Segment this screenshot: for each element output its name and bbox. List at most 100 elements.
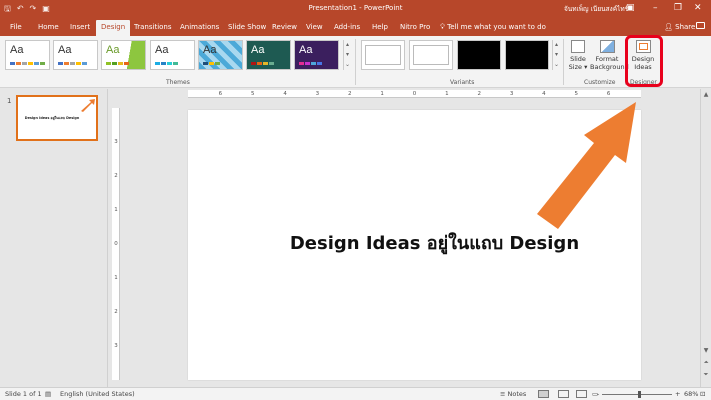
ruler-tick: 1 <box>445 91 449 97</box>
previous-slide-icon[interactable]: ⏶ <box>701 359 711 367</box>
themes-group-label: Themes <box>166 79 190 86</box>
ruler-tick: 1 <box>114 207 118 213</box>
theme-preview-text: Aa <box>203 44 217 56</box>
ruler-tick: 3 <box>114 139 118 145</box>
normal-view-icon[interactable] <box>538 390 549 398</box>
group-divider <box>563 39 564 85</box>
tab-insert[interactable]: Insert <box>70 21 90 36</box>
scroll-down-icon[interactable]: ▼ <box>701 347 711 354</box>
ruler-tick: 4 <box>283 91 287 97</box>
ruler-tick: 3 <box>509 91 514 97</box>
ruler-tick: 1 <box>380 91 384 97</box>
theme-integral[interactable]: Aa <box>150 40 195 70</box>
close-icon[interactable]: ✕ <box>694 2 702 14</box>
tab-file[interactable]: File <box>10 21 22 36</box>
ruler-tick: 3 <box>114 343 118 349</box>
ruler-tick: 5 <box>250 91 255 97</box>
minimize-icon[interactable]: – <box>653 2 658 14</box>
comments-icon[interactable] <box>696 22 705 29</box>
thumbnail-arrow <box>81 99 95 112</box>
ribbon-tabs: File Home Insert Design Transitions Anim… <box>0 18 711 36</box>
spellcheck-icon[interactable]: ▤ <box>45 390 51 399</box>
zoom-in-button[interactable]: + <box>675 390 680 399</box>
tab-review[interactable]: Review <box>272 21 297 36</box>
theme-ion-boardroom[interactable]: Aa <box>198 40 243 70</box>
format-background-button[interactable]: Format Background <box>590 40 629 71</box>
slide-thumbnail[interactable]: Design Ideas อยู่ในแถบ Design <box>16 95 98 141</box>
tab-slide-show[interactable]: Slide Show <box>228 21 266 36</box>
tell-me-search[interactable]: 💡︎ Tell me what you want to do <box>440 21 546 34</box>
reading-view-icon[interactable] <box>576 390 587 398</box>
vertical-scrollbar[interactable]: ▲ ▼ ⏶ ⏷ <box>700 89 711 387</box>
slide-headline[interactable]: Design Ideas อยู่ในแถบ Design <box>188 228 641 257</box>
format-background-icon <box>599 40 615 53</box>
ruler-tick: 2 <box>114 173 118 179</box>
language-indicator[interactable]: English (United States) <box>60 390 135 399</box>
theme-organic[interactable]: Aa <box>294 40 339 70</box>
share-label: Share <box>675 23 696 31</box>
ruler-tick: 2 <box>114 309 118 315</box>
zoom-slider-track[interactable] <box>602 394 672 395</box>
person-icon: 👤︎ <box>664 23 676 31</box>
slide-canvas[interactable]: Design Ideas อยู่ในแถบ Design <box>188 110 641 380</box>
ruler-tick: 1 <box>114 275 118 281</box>
tab-transitions[interactable]: Transitions <box>134 21 172 36</box>
ribbon-options-icon[interactable]: ▣ <box>626 2 635 14</box>
customize-group-label: Customize <box>584 79 616 86</box>
theme-facet[interactable]: Aa <box>101 40 146 70</box>
horizontal-ruler: 6 5 4 3 2 1 0 1 2 3 4 5 6 <box>188 90 641 98</box>
theme-preview-text: Aa <box>10 44 24 56</box>
theme-office[interactable]: Aa <box>5 40 50 70</box>
tab-home[interactable]: Home <box>38 21 59 36</box>
maximize-icon[interactable]: ❐ <box>674 2 682 14</box>
variant-2[interactable] <box>409 40 453 70</box>
theme-preview-text: Aa <box>58 44 72 56</box>
theme-preview-text: Aa <box>106 44 120 56</box>
notes-icon: ≡ <box>500 390 508 398</box>
group-divider <box>355 39 356 85</box>
notes-button[interactable]: ≡ Notes <box>500 390 526 399</box>
scroll-up-icon[interactable]: ▲ <box>701 91 711 98</box>
tab-design[interactable]: Design <box>96 20 131 36</box>
ruler-tick: 2 <box>477 91 481 97</box>
theme-office-2[interactable]: Aa <box>53 40 98 70</box>
thumbnail-text: Design Ideas อยู่ในแถบ Design <box>24 116 80 120</box>
tab-animations[interactable]: Animations <box>180 21 219 36</box>
tab-view[interactable]: View <box>306 21 323 36</box>
tell-me-text: Tell me what you want to do <box>447 23 546 31</box>
ruler-tick: 6 <box>218 91 223 97</box>
slide-thumbnail-panel: 1 Design Ideas อยู่ในแถบ Design <box>0 89 108 387</box>
fit-to-window-icon[interactable]: ⊡ <box>700 390 705 399</box>
ruler-tick: 3 <box>315 91 320 97</box>
zoom-slider-thumb[interactable] <box>638 391 641 398</box>
user-name[interactable]: จันทเพ็ญ เนียนสงค์ไทร์ <box>564 4 628 14</box>
variant-3[interactable] <box>457 40 501 70</box>
format-background-label-2: Background <box>590 63 629 71</box>
ruler-tick: 0 <box>412 91 417 97</box>
variant-1[interactable] <box>361 40 405 70</box>
slide-size-label-2: Size ▾ <box>568 63 588 71</box>
theme-preview-text: Aa <box>155 44 169 56</box>
tab-add-ins[interactable]: Add-ins <box>334 21 360 36</box>
slide-size-button[interactable]: Slide Size ▾ <box>567 40 589 71</box>
variants-group-label: Variants <box>450 79 475 86</box>
zoom-out-button[interactable]: - <box>597 390 599 399</box>
tab-help[interactable]: Help <box>372 21 388 36</box>
variants-gallery-scroll[interactable]: ▴ ▾ ⌄ <box>552 40 560 70</box>
themes-gallery-scroll[interactable]: ▴ ▾ ⌄ <box>343 40 351 70</box>
variant-4[interactable] <box>505 40 549 70</box>
slide-size-icon <box>571 40 585 53</box>
next-slide-icon[interactable]: ⏷ <box>701 371 711 379</box>
ruler-tick: 4 <box>542 91 546 97</box>
status-bar: Slide 1 of 1 ▤ English (United States) ≡… <box>0 387 711 400</box>
slide-sorter-icon[interactable] <box>558 390 569 398</box>
title-bar: 🖫 ↶ ↷ ▣ Presentation1 - PowerPoint จันทเ… <box>0 0 711 18</box>
tab-nitro-pro[interactable]: Nitro Pro <box>400 21 430 36</box>
theme-preview-text: Aa <box>251 44 265 56</box>
theme-ion[interactable]: Aa <box>246 40 291 70</box>
ruler-tick: 5 <box>574 91 579 97</box>
slide-number: 1 <box>7 97 12 105</box>
zoom-level[interactable]: 68% <box>684 390 698 399</box>
ruler-tick: 6 <box>606 91 611 97</box>
share-button[interactable]: 👤︎ Share <box>664 21 695 34</box>
